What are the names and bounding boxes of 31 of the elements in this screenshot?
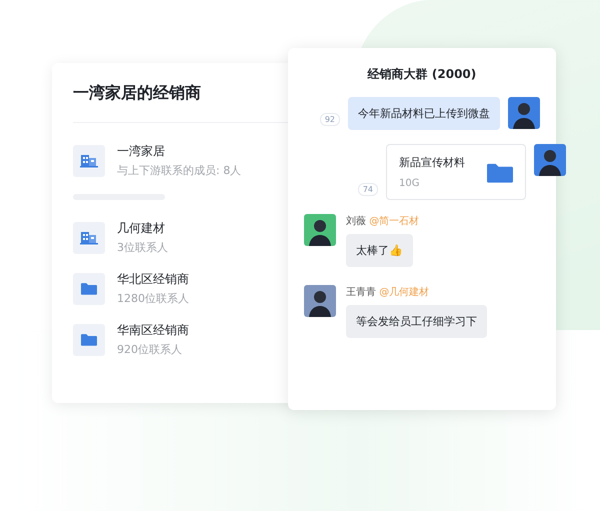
building-icon: [80, 154, 98, 168]
dealer-item[interactable]: 几何建材 3位联系人: [73, 220, 168, 255]
folder-icon: [81, 282, 97, 295]
file-size: 10G: [399, 178, 420, 189]
dealer-name: 一湾家居: [117, 143, 166, 160]
dealer-item[interactable]: 华南区经销商 920位联系人: [73, 322, 189, 357]
chat-title: 经销商大群 (2000): [366, 66, 478, 83]
dealer-detail: 1280位联系人: [117, 291, 189, 306]
dealer-item[interactable]: 华北区经销商 1280位联系人: [73, 271, 189, 306]
dealer-detail: 920位联系人: [117, 342, 183, 357]
dealer-name: 几何建材: [117, 220, 166, 237]
dealer-name: 华南区经销商: [117, 322, 189, 339]
building-icon: [80, 230, 98, 244]
avatar-icon: [508, 97, 540, 129]
message-bubble: 等会发给员工仔细学习下: [346, 305, 487, 338]
dealer-item[interactable]: 一湾家居 与上下游联系的成员: 8人: [73, 143, 242, 178]
file-card[interactable]: 新品宣传材料 10G: [386, 144, 526, 200]
message-bubble: 太棒了👍: [346, 234, 413, 267]
avatar-icon: [534, 144, 566, 176]
message-bubble: 今年新品材料已上传到微盘: [348, 97, 500, 130]
sender-name: 王青青 @几何建材: [346, 286, 430, 299]
dealer-detail: 与上下游联系的成员: 8人: [117, 163, 242, 178]
avatar-icon: [304, 285, 336, 317]
avatar-icon: [304, 214, 336, 246]
folder-icon: [487, 162, 513, 182]
dealer-detail: 3位联系人: [117, 240, 168, 255]
panel-title: 一湾家居的经销商: [73, 83, 202, 104]
dealer-name: 华北区经销商: [117, 271, 189, 288]
folder-icon: [81, 333, 97, 346]
file-name: 新品宣传材料: [399, 155, 465, 170]
sender-name: 刘薇 @简一石材: [346, 214, 420, 228]
